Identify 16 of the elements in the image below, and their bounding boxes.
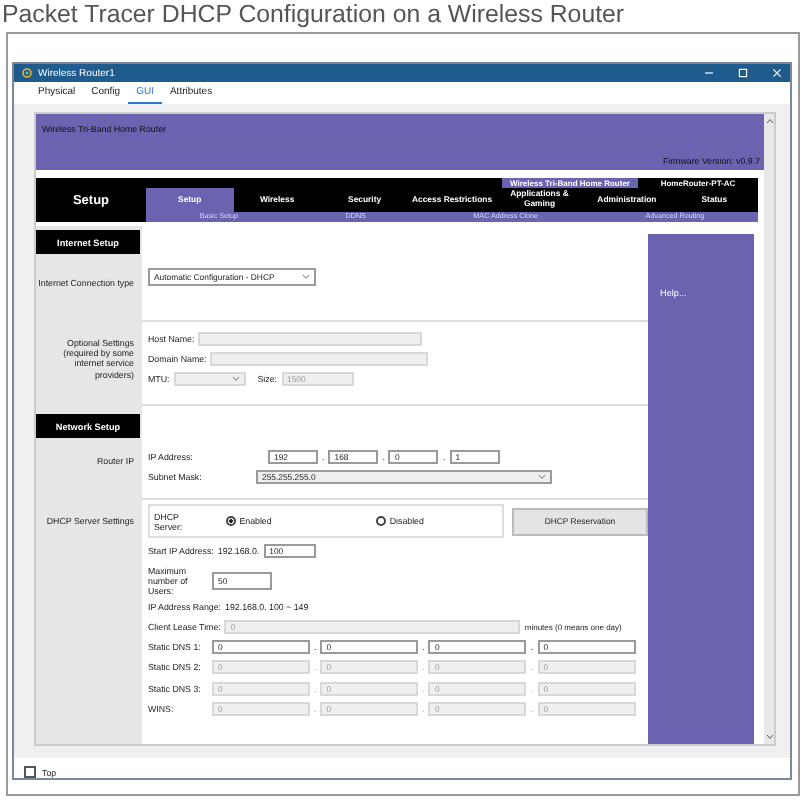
maximize-icon[interactable] bbox=[738, 68, 748, 78]
minimize-icon[interactable] bbox=[704, 68, 714, 78]
close-icon[interactable] bbox=[772, 68, 782, 78]
top-checkbox[interactable] bbox=[24, 766, 36, 778]
radio-button[interactable] bbox=[225, 516, 236, 526]
scroll-down-icon[interactable] bbox=[765, 734, 773, 740]
radio-button[interactable] bbox=[375, 516, 386, 526]
host-name-field[interactable] bbox=[198, 332, 423, 346]
scrollbar[interactable] bbox=[764, 114, 774, 744]
page-title: Packet Tracer DHCP Configuration on a Wireless Router bbox=[0, 0, 627, 30]
dropdown-caret-icon bbox=[302, 274, 310, 280]
scroll-up-icon[interactable] bbox=[765, 118, 773, 124]
app-logo-icon bbox=[22, 68, 32, 78]
domain-name-field[interactable] bbox=[210, 352, 429, 366]
dropdown-caret-icon bbox=[538, 474, 546, 480]
dropdown-caret-icon bbox=[231, 376, 240, 382]
